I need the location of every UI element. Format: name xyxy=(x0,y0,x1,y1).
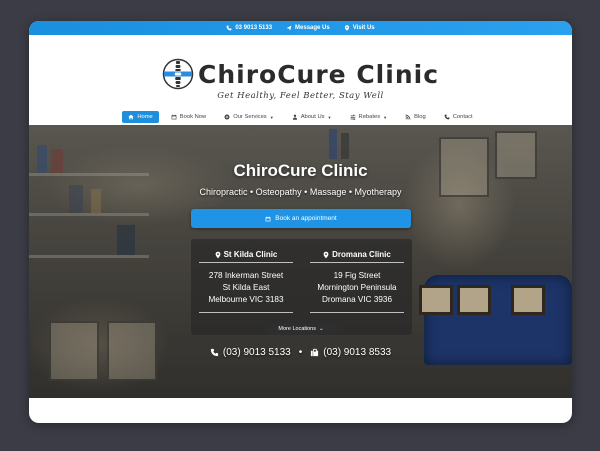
brand-name: ChiroCure Clinic xyxy=(197,59,440,89)
chevron-down-icon: ▼ xyxy=(269,114,274,120)
topbar-visit[interactable]: Visit Us xyxy=(344,25,375,31)
location-address-line: 278 Inkerman Street xyxy=(208,271,284,280)
nav-item-label: About Us xyxy=(300,114,325,120)
location-heading[interactable]: Dromana Clinic xyxy=(310,247,404,263)
map-pin-icon xyxy=(323,251,329,258)
phone-numbers: (03) 9013 5133 • (03) 9013 8533 xyxy=(29,347,572,358)
fax-phone-icon xyxy=(311,348,319,357)
topbar-phone-label: 03 9013 5133 xyxy=(235,25,273,31)
nav-item-home[interactable]: Home xyxy=(122,111,159,123)
nav-item-about-us[interactable]: About Us ▼ xyxy=(286,111,338,123)
separator-dot: • xyxy=(298,347,303,358)
hero-subtitle: Chiropractic • Osteopathy • Massage • My… xyxy=(199,187,402,197)
phone-number: (03) 9013 8533 xyxy=(323,347,392,358)
nav-item-our-services[interactable]: Our Services ▼ xyxy=(218,111,279,123)
sliders-icon xyxy=(350,114,355,120)
site-logo[interactable]: ChiroCure Clinic xyxy=(29,58,572,90)
nav-item-label: Home xyxy=(137,114,153,120)
chevron-down-icon: ▼ xyxy=(327,114,332,120)
top-contact-bar: 03 9013 5133 Message Us Visit Us xyxy=(29,21,572,35)
home-icon xyxy=(128,114,135,120)
book-appointment-label: Book an appointment xyxy=(275,215,337,222)
location-heading[interactable]: St Kilda Clinic xyxy=(199,247,293,263)
location-address-line: Melbourne VIC 3183 xyxy=(208,295,284,304)
nav-item-label: Our Services xyxy=(233,114,267,120)
nav-item-rebates[interactable]: Rebates ▼ xyxy=(344,111,394,123)
divider xyxy=(199,312,293,313)
more-locations-button[interactable]: More Locations ⌄ xyxy=(265,323,337,335)
nav-item-book-now[interactable]: Book Now xyxy=(165,111,212,123)
map-pin-icon xyxy=(215,251,220,258)
topbar-visit-label: Visit Us xyxy=(352,25,375,31)
phone-icon xyxy=(226,25,232,31)
map-pin-icon xyxy=(344,25,349,31)
hero-title: ChiroCure Clinic xyxy=(233,161,368,180)
location-address-line: Mornington Peninsula xyxy=(317,283,397,292)
nav-item-label: Book Now xyxy=(179,114,207,120)
chevron-down-icon: ⌄ xyxy=(319,326,324,332)
spine-logo-icon xyxy=(162,58,194,90)
location-card-st-kilda: St Kilda Clinic 278 Inkerman Street St K… xyxy=(191,239,301,335)
topbar-message-label: Message Us xyxy=(295,25,330,31)
location-address-line: Dromana VIC 3936 xyxy=(321,295,393,304)
site-header: ChiroCure Clinic Get Healthy, Feel Bette… xyxy=(29,35,572,125)
calendar-icon xyxy=(171,114,177,120)
calendar-icon xyxy=(265,216,271,221)
blog-icon xyxy=(405,114,411,120)
brand-tagline: Get Healthy, Feel Better, Stay Well xyxy=(217,91,384,101)
location-card-dromana: Dromana Clinic 19 Fig Street Mornington … xyxy=(302,239,412,335)
gear-icon xyxy=(224,114,230,120)
topbar-message[interactable]: Message Us xyxy=(286,25,330,31)
phone-dromana[interactable]: (03) 9013 8533 xyxy=(310,347,391,358)
locations-panel: St Kilda Clinic 278 Inkerman Street St K… xyxy=(191,239,412,335)
chevron-down-icon: ▼ xyxy=(383,114,388,120)
phone-st-kilda[interactable]: (03) 9013 5133 xyxy=(210,347,291,358)
location-address-line: 19 Fig Street xyxy=(333,271,381,280)
nav-item-label: Blog xyxy=(414,114,426,120)
hero-section: ChiroCure Clinic Chiropractic • Osteopat… xyxy=(29,125,572,398)
browser-frame: 03 9013 5133 Message Us Visit Us ChiroCu… xyxy=(29,21,572,423)
location-address-line: St Kilda East xyxy=(222,283,270,292)
phone-icon xyxy=(210,348,218,357)
user-icon xyxy=(292,114,297,120)
divider xyxy=(310,312,404,313)
nav-item-label: Rebates xyxy=(358,114,381,120)
send-icon xyxy=(286,25,292,31)
main-nav: Home Book Now Our Services ▼ About Us ▼ … xyxy=(29,111,572,123)
nav-item-blog[interactable]: Blog xyxy=(399,111,432,123)
nav-item-label: Contact xyxy=(452,114,473,120)
phone-icon xyxy=(444,114,450,120)
location-name: St Kilda Clinic xyxy=(223,250,278,259)
phone-number: (03) 9013 5133 xyxy=(222,347,291,358)
more-locations-label: More Locations xyxy=(278,326,316,332)
topbar-phone[interactable]: 03 9013 5133 xyxy=(226,25,272,31)
location-name: Dromana Clinic xyxy=(332,250,391,259)
book-appointment-button[interactable]: Book an appointment xyxy=(191,209,411,228)
nav-item-contact[interactable]: Contact xyxy=(438,111,479,123)
